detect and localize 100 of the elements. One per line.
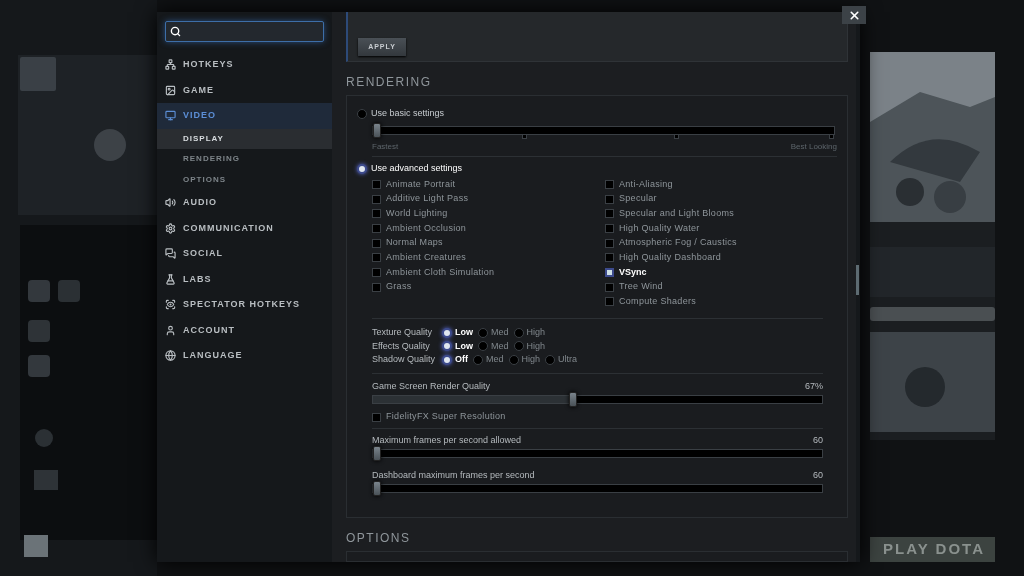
sidebar-item[interactable]: SPECTATOR HOTKEYS [157, 292, 332, 318]
checkbox-label: Specular [619, 192, 657, 206]
checkbox[interactable] [605, 179, 614, 189]
slider-label: Dashboard maximum frames per second [372, 469, 535, 482]
checkbox[interactable] [372, 412, 381, 422]
checkbox[interactable] [605, 282, 614, 292]
section-title: OPTIONS [346, 531, 412, 545]
radio-button[interactable] [513, 327, 524, 338]
checkbox[interactable] [372, 223, 381, 233]
sidebar-item[interactable]: VIDEO [157, 103, 332, 129]
radio-label: High [521, 353, 541, 367]
sidebar-subitem[interactable]: RENDERING [157, 149, 332, 170]
radio-button[interactable] [442, 341, 452, 352]
radio-label: Low [455, 339, 473, 353]
sidebar-item[interactable]: ACCOUNT [157, 317, 332, 343]
quality-label: Shadow Quality [372, 353, 437, 367]
checkbox-label: Specular and Light Blooms [619, 206, 735, 220]
radio-button[interactable] [478, 327, 488, 338]
network-icon [165, 59, 176, 71]
checkbox[interactable] [372, 267, 381, 277]
radio-label: Ultra [558, 353, 578, 367]
checkbox-label: FidelityFX Super Resolution [386, 410, 506, 424]
flask-icon [165, 273, 176, 285]
radio-label: Med [491, 326, 509, 340]
slider-thumb[interactable] [569, 391, 578, 407]
checkbox[interactable] [605, 223, 614, 233]
image-icon [165, 84, 176, 96]
checkbox[interactable] [372, 238, 381, 248]
checkbox[interactable] [372, 179, 381, 189]
radio-button[interactable] [357, 164, 367, 174]
checkbox[interactable] [605, 297, 614, 307]
quality-label: Effects Quality [372, 339, 431, 353]
sidebar-item[interactable]: GAME [157, 77, 332, 103]
slider-value: 60 [813, 469, 823, 482]
scrollbar-thumb[interactable] [856, 265, 859, 295]
radio-button[interactable] [442, 354, 452, 365]
slider-label: Maximum frames per second allowed [372, 434, 522, 447]
radio-button[interactable] [473, 354, 483, 365]
slider-thumb[interactable] [373, 123, 381, 138]
eye-icon [165, 299, 176, 311]
checkbox[interactable] [372, 194, 381, 204]
slider-thumb[interactable] [373, 481, 381, 497]
radio-button[interactable] [442, 327, 452, 338]
checkbox-label: Ambient Creatures [386, 251, 467, 265]
radio-label: Low [455, 326, 473, 340]
checkbox[interactable] [605, 267, 614, 277]
radio-label: High [526, 326, 546, 340]
checkbox-label: Atmospheric Fog / Caustics [619, 236, 737, 250]
speaker-icon [165, 197, 176, 209]
checkbox[interactable] [372, 253, 381, 263]
search-icon [170, 26, 181, 37]
radio-label: High [526, 339, 546, 353]
checkbox-label: High Quality Water [619, 221, 700, 235]
radio-button[interactable] [513, 341, 524, 352]
close-button[interactable] [842, 6, 866, 24]
sidebar-item[interactable]: SOCIAL [157, 241, 332, 267]
radio-label: Off [455, 353, 468, 367]
globe-icon [165, 350, 176, 362]
radio-button[interactable] [508, 354, 519, 365]
sidebar-item[interactable]: LABS [157, 266, 332, 292]
radio-label: Med [491, 339, 509, 353]
checkbox[interactable] [605, 194, 614, 204]
checkbox[interactable] [372, 282, 381, 292]
section-title: RENDERING [346, 75, 433, 89]
checkbox-label: Tree Wind [619, 280, 663, 294]
monitor-icon [165, 110, 176, 122]
checkbox-label: Additive Light Pass [386, 192, 469, 206]
sidebar-subitem[interactable]: DISPLAY [157, 128, 332, 149]
checkbox[interactable] [372, 209, 381, 219]
checkbox-label: Grass [386, 280, 412, 294]
sidebar-item[interactable]: AUDIO [157, 190, 332, 216]
slider-label: Game Screen Render Quality [372, 379, 491, 392]
slider-min-label: Fastest [372, 141, 399, 153]
chat-icon [165, 248, 176, 260]
checkbox[interactable] [605, 209, 614, 219]
user-icon [165, 324, 176, 336]
checkbox-label: VSync [619, 265, 647, 279]
radio-button[interactable] [357, 109, 367, 119]
checkbox[interactable] [605, 238, 614, 248]
radio-button[interactable] [478, 341, 488, 352]
radio-label: Use advanced settings [371, 162, 463, 176]
checkbox-label: High Quality Dashboard [619, 251, 722, 265]
gear-icon [165, 222, 176, 234]
search-field[interactable] [165, 21, 324, 42]
checkbox-label: Compute Shaders [619, 295, 697, 309]
slider-thumb[interactable] [373, 446, 381, 462]
sidebar-item[interactable]: HOTKEYS [157, 52, 332, 78]
slider-value: 60 [813, 434, 823, 447]
sidebar-item[interactable]: LANGUAGE [157, 343, 332, 369]
checkbox-label: Animate Portrait [386, 177, 456, 191]
checkbox-label: Anti-Aliasing [619, 177, 673, 191]
radio-label: Med [486, 353, 504, 367]
slider-max-label: Best Looking [790, 141, 837, 153]
radio-button[interactable] [545, 354, 556, 365]
quality-label: Texture Quality [372, 326, 434, 340]
sidebar-item[interactable]: COMMUNICATION [157, 215, 332, 241]
sidebar-subitem[interactable]: OPTIONS [157, 169, 332, 190]
checkbox[interactable] [605, 253, 614, 263]
close-icon [847, 8, 861, 22]
checkbox-label: Ambient Occlusion [386, 221, 467, 235]
